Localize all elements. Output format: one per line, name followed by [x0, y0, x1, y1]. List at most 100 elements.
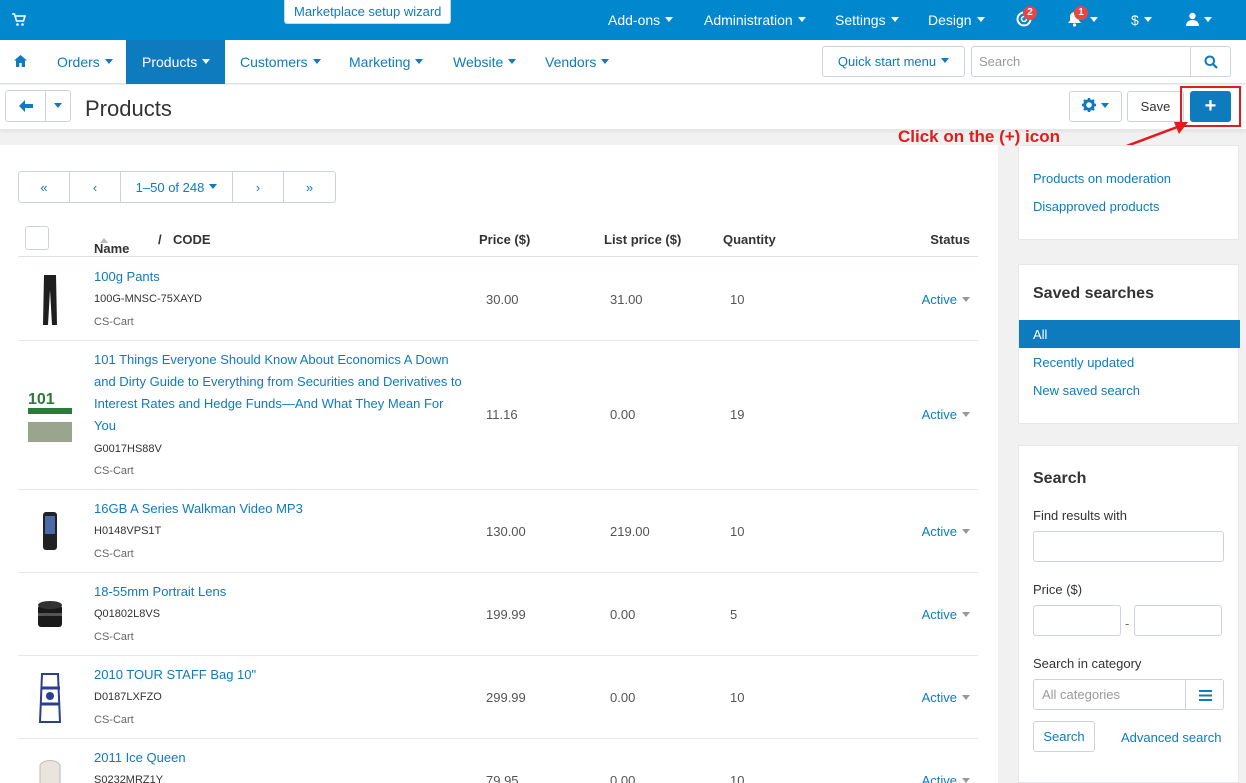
product-name-link[interactable]: 101 Things Everyone Should Know About Ec… [94, 349, 464, 437]
product-code: 100G-MNSC-75XAYD [94, 293, 202, 305]
page-range-dropdown[interactable]: 1–50 of 248 [121, 172, 233, 202]
nav-customers-label: Customers [240, 54, 308, 70]
price-value[interactable]: 199.99 [486, 607, 526, 622]
list-price-value[interactable]: 219.00 [610, 524, 650, 539]
nav-website[interactable]: Website [453, 40, 517, 84]
products-on-moderation-link[interactable]: Products on moderation [1033, 171, 1171, 186]
list-price-value[interactable]: 0.00 [610, 690, 635, 705]
status-dropdown[interactable]: Active [922, 292, 970, 307]
user-menu[interactable] [1186, 0, 1212, 40]
page-last-button[interactable]: » [284, 172, 335, 202]
header-quantity[interactable]: Quantity [723, 232, 776, 247]
find-results-input[interactable] [1033, 531, 1224, 562]
nav-vendors[interactable]: Vendors [545, 40, 610, 84]
list-price-value[interactable]: 0.00 [610, 407, 635, 422]
quantity-value[interactable]: 5 [730, 607, 737, 622]
price-to-input[interactable] [1134, 605, 1222, 636]
addons-menu-label: Add-ons [608, 12, 661, 28]
quantity-value[interactable]: 10 [730, 773, 744, 783]
currency-menu[interactable]: $ [1131, 0, 1152, 40]
quantity-value[interactable]: 10 [730, 690, 744, 705]
price-value[interactable]: 11.16 [486, 407, 518, 422]
quantity-value[interactable]: 19 [730, 407, 744, 422]
design-menu[interactable]: Design [928, 0, 985, 40]
product-code: S0232MRZ1Y [94, 774, 164, 783]
page-prev-button[interactable]: ‹ [70, 172, 121, 202]
product-image-pants[interactable] [24, 270, 76, 330]
header-list-price[interactable]: List price ($) [604, 232, 681, 247]
design-menu-label: Design [928, 12, 972, 28]
price-value[interactable]: 79.95 [486, 773, 519, 783]
table-header: Name / CODE Price ($) List price ($) Qua… [18, 223, 978, 257]
product-image-golf-bag[interactable] [24, 668, 76, 728]
status-dropdown[interactable]: Active [922, 690, 970, 705]
search-button[interactable]: Search [1033, 721, 1095, 752]
product-image-lens[interactable] [24, 585, 76, 645]
saved-search-recently-updated[interactable]: Recently updated [1033, 355, 1134, 370]
chevron-down-icon [1101, 103, 1109, 108]
price-value[interactable]: 30.00 [486, 292, 519, 307]
header-code[interactable]: CODE [173, 232, 211, 247]
price-from-input[interactable] [1033, 605, 1121, 636]
marketplace-wizard-link[interactable]: Marketplace setup wizard [284, 0, 452, 24]
settings-menu[interactable]: Settings [835, 0, 899, 40]
product-name-link[interactable]: 18-55mm Portrait Lens [94, 581, 464, 603]
addons-menu[interactable]: Add-ons [608, 0, 674, 40]
category-input[interactable] [1033, 679, 1186, 710]
header-status[interactable]: Status [930, 232, 970, 247]
quantity-value[interactable]: 10 [730, 524, 744, 539]
nav-customers[interactable]: Customers [240, 40, 321, 84]
product-name-link[interactable]: 100g Pants [94, 266, 464, 288]
product-image-walkman[interactable] [24, 502, 76, 562]
home-button[interactable] [0, 40, 40, 84]
new-saved-search-link[interactable]: New saved search [1033, 383, 1140, 398]
list-price-value[interactable]: 31.00 [610, 292, 643, 307]
quick-start-menu[interactable]: Quick start menu [822, 46, 965, 77]
chevron-down-icon [202, 58, 211, 64]
nav-marketing[interactable]: Marketing [349, 40, 424, 84]
settings-menu-label: Settings [835, 12, 886, 28]
price-value[interactable]: 130.00 [486, 524, 526, 539]
page-next-button[interactable]: › [233, 172, 284, 202]
back-dropdown[interactable] [45, 90, 71, 122]
category-picker-button[interactable] [1185, 679, 1224, 710]
list-price-value[interactable]: 0.00 [610, 607, 635, 622]
product-image-economics-book[interactable]: 101 [24, 386, 76, 446]
back-button[interactable] [5, 90, 46, 122]
nav-products[interactable]: Products [126, 40, 225, 84]
nav-orders[interactable]: Orders [57, 40, 113, 84]
status-dropdown[interactable]: Active [922, 407, 970, 422]
chevron-down-icon [941, 58, 950, 63]
chevron-down-icon [665, 16, 674, 22]
advanced-search-link[interactable]: Advanced search [1121, 730, 1221, 745]
global-search-input[interactable] [971, 46, 1191, 77]
currency-label: $ [1131, 12, 1139, 28]
quantity-value[interactable]: 10 [730, 292, 744, 307]
saved-search-all[interactable]: All [1019, 320, 1240, 348]
notifications-menu[interactable]: 1 [1067, 0, 1098, 40]
product-name-link[interactable]: 2010 TOUR STAFF Bag 10" [94, 664, 464, 686]
page-first-button[interactable]: « [19, 172, 70, 202]
chevron-down-icon [962, 695, 970, 701]
nav-orders-label: Orders [57, 54, 100, 70]
status-dropdown[interactable]: Active [922, 607, 970, 622]
global-search-button[interactable] [1191, 46, 1231, 77]
disapproved-products-link[interactable]: Disapproved products [1033, 199, 1159, 214]
product-name-link[interactable]: 16GB A Series Walkman Video MP3 [94, 498, 464, 520]
status-dropdown[interactable]: Active [922, 524, 970, 539]
cart-icon[interactable] [12, 13, 27, 27]
product-name-link[interactable]: 2011 Ice Queen [94, 747, 464, 769]
product-image-ice-queen[interactable] [24, 751, 76, 783]
status-label: Active [921, 607, 957, 622]
status-dropdown[interactable]: Active [922, 773, 970, 783]
price-label: Price ($) [1033, 582, 1083, 597]
select-all-checkbox[interactable] [25, 226, 49, 250]
price-value[interactable]: 299.99 [486, 690, 526, 705]
header-name[interactable]: Name [94, 232, 129, 256]
help-button[interactable]: 2 [1016, 0, 1037, 40]
administration-menu[interactable]: Administration [704, 0, 806, 40]
product-code: H0148VPS1T [94, 525, 162, 537]
header-price[interactable]: Price ($) [479, 232, 530, 247]
list-price-value[interactable]: 0.00 [610, 773, 635, 783]
header-separator: / [158, 232, 162, 247]
